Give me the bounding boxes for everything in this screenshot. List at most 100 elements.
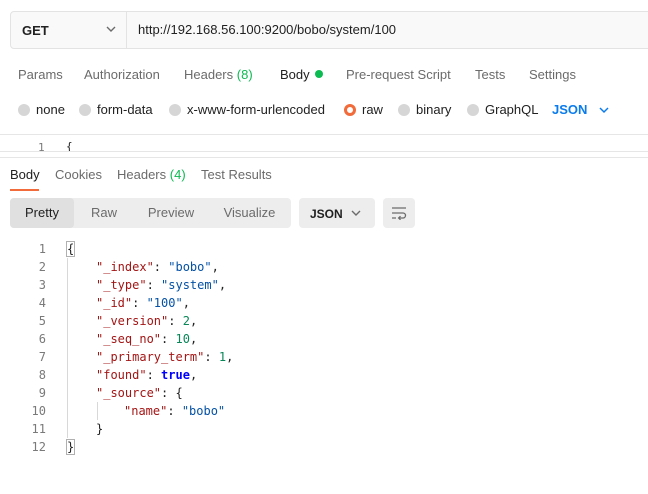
json-value: "bobo": [168, 260, 212, 274]
json-value: 2: [182, 314, 190, 328]
line-number: 5: [38, 314, 46, 328]
wrap-lines-button[interactable]: [383, 198, 415, 228]
code-row: 4 "_id": "100",: [0, 294, 648, 312]
radio-label: none: [36, 102, 65, 117]
code-row: 10 "name": "bobo": [0, 402, 648, 420]
line-number: 12: [31, 440, 46, 454]
response-format-label: JSON: [310, 207, 343, 221]
line-number: 9: [38, 386, 46, 400]
code-row: 11 }: [0, 420, 648, 438]
code-line: {: [66, 241, 76, 257]
code-row: 8 "found": true,: [0, 366, 648, 384]
code-row: 7 "_primary_term": 1,: [0, 348, 648, 366]
url-input[interactable]: http://192.168.56.100:9200/bobo/system/1…: [138, 22, 396, 37]
json-key: "_version": [96, 314, 169, 328]
response-tab-headers-label: Headers: [117, 167, 167, 182]
tab-headers[interactable]: Headers (8): [184, 67, 253, 82]
headers-count: (8): [236, 67, 253, 82]
code-row: 2 "_index": "bobo",: [0, 258, 648, 276]
line-number: 4: [38, 296, 46, 310]
json-key: "found": [96, 368, 147, 382]
code-row: 5 "_version": 2,: [0, 312, 648, 330]
radio-raw[interactable]: raw: [344, 102, 383, 117]
url-bar: GET http://192.168.56.100:9200/bobo/syst…: [10, 11, 648, 49]
tab-authorization[interactable]: Authorization: [84, 67, 160, 82]
pane-divider[interactable]: [0, 157, 648, 158]
json-value: "system": [161, 278, 219, 292]
chevron-down-icon: [351, 210, 361, 216]
json-value: 1: [218, 350, 227, 364]
response-tab-cookies[interactable]: Cookies: [55, 167, 102, 182]
chevron-down-icon: [599, 107, 609, 114]
tab-headers-label: Headers: [184, 67, 234, 82]
response-headers-count: (4): [169, 167, 186, 182]
request-body-editor[interactable]: 1 {: [0, 134, 648, 152]
tab-settings[interactable]: Settings: [529, 67, 576, 82]
radio-label: x-www-form-urlencoded: [187, 102, 325, 117]
view-mode-pretty[interactable]: Pretty: [10, 198, 74, 228]
line-number: 2: [38, 260, 46, 274]
method-label: GET: [22, 23, 49, 38]
json-key: "name": [124, 404, 168, 418]
view-mode-preview[interactable]: Preview: [134, 198, 208, 228]
response-tab-test-results[interactable]: Test Results: [201, 167, 272, 182]
view-mode-raw[interactable]: Raw: [74, 198, 134, 228]
code-line: }: [66, 439, 76, 455]
green-dot-icon: [314, 70, 323, 78]
code-row: 1 {: [0, 240, 648, 258]
line-number: 10: [31, 404, 46, 418]
radio-label: raw: [362, 102, 383, 117]
json-value: {: [175, 386, 183, 400]
radio-selected-icon: [344, 104, 356, 116]
line-number: 7: [38, 350, 46, 364]
json-value: 10: [175, 332, 190, 346]
code-line: {: [66, 140, 73, 152]
line-number: 1: [38, 141, 45, 152]
json-key: "_seq_no": [96, 332, 162, 346]
tab-tests[interactable]: Tests: [475, 67, 505, 82]
json-key: "_source": [96, 386, 162, 400]
line-number: 1: [38, 242, 46, 256]
line-number: 11: [31, 422, 46, 436]
radio-label: form-data: [97, 102, 153, 117]
tab-body[interactable]: Body: [280, 67, 323, 82]
body-language-label: JSON: [552, 102, 588, 117]
radio-graphql[interactable]: GraphQL: [467, 102, 538, 117]
response-tab-body[interactable]: Body: [10, 167, 40, 182]
chevron-down-icon: [106, 26, 116, 32]
code-line: }: [96, 422, 104, 436]
tab-params[interactable]: Params: [18, 67, 63, 82]
radio-form-data[interactable]: form-data: [79, 102, 153, 117]
radio-circle-icon: [467, 104, 479, 116]
view-mode-toggle: Pretty Raw Preview Visualize: [10, 198, 291, 228]
radio-binary[interactable]: binary: [398, 102, 451, 117]
response-format-select[interactable]: JSON: [299, 198, 375, 228]
tab-body-label: Body: [280, 67, 310, 82]
radio-circle-icon: [79, 104, 91, 116]
radio-none[interactable]: none: [18, 102, 65, 117]
tab-pre-request-script[interactable]: Pre-request Script: [346, 67, 451, 82]
body-language-select[interactable]: JSON: [552, 102, 609, 117]
radio-label: GraphQL: [485, 102, 539, 117]
json-value: true: [161, 368, 190, 382]
line-number: 8: [38, 368, 46, 382]
code-row: 12 }: [0, 438, 648, 456]
active-tab-indicator: [10, 189, 39, 191]
json-key: "_index": [96, 260, 154, 274]
json-key: "_primary_term": [96, 350, 205, 364]
code-row: 3 "_type": "system",: [0, 276, 648, 294]
radio-circle-icon: [169, 104, 181, 116]
line-number: 3: [38, 278, 46, 292]
code-row: 9 "_source": {: [0, 384, 648, 402]
view-mode-visualize[interactable]: Visualize: [208, 198, 291, 228]
line-number: 6: [38, 332, 46, 346]
method-select[interactable]: GET: [11, 12, 127, 48]
code-row: 6 "_seq_no": 10,: [0, 330, 648, 348]
json-value: "100": [146, 296, 183, 310]
json-key: "_id": [96, 296, 133, 310]
json-value: "bobo": [181, 404, 226, 418]
radio-circle-icon: [18, 104, 30, 116]
radio-x-www-form-urlencoded[interactable]: x-www-form-urlencoded: [169, 102, 325, 117]
response-tab-headers[interactable]: Headers (4): [117, 167, 186, 182]
wrap-lines-icon: [392, 207, 407, 220]
